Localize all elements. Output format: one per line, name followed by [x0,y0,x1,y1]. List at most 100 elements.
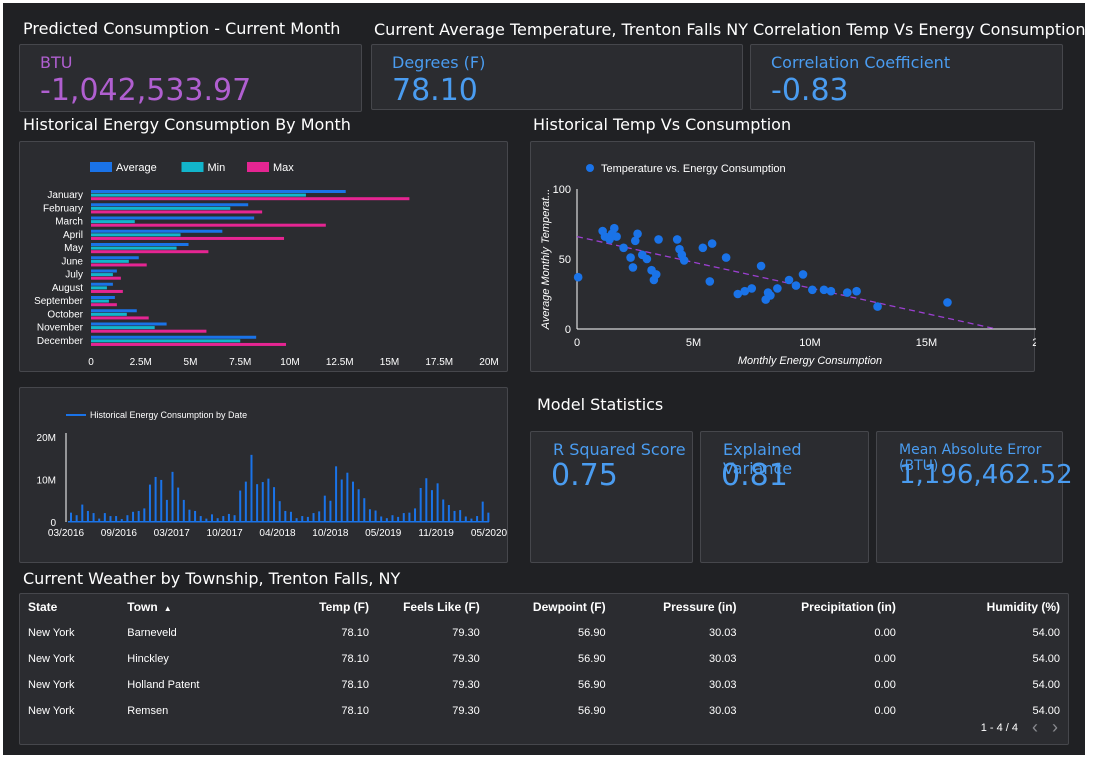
legend-label-average: Average [116,162,157,174]
column-header-label: Feels Like (F) [403,600,480,614]
bar-max [91,250,209,254]
baseline [68,521,489,523]
column-header[interactable]: State [20,594,119,620]
table-cell: New York [28,627,75,639]
category-label: January [47,190,83,201]
x-tick-label: 17.5M [425,357,453,368]
date-bar [211,514,213,522]
scatter-point [619,243,628,253]
table-cell: 56.90 [578,705,606,717]
table-cell: New York [28,653,75,665]
x-tick-label: 12.5M [326,357,354,368]
x-tick-label: 2.5M [130,357,152,368]
y-tick-label: 100 [553,184,571,196]
date-bar [227,513,230,522]
date-bar [318,511,321,522]
date-bar [363,498,366,522]
table-header-row: State Town ▲ Temp (F) Feels Like (F) Dewpoint… [20,594,1068,620]
x-tick-label: 11/2019 [418,528,454,539]
current-temperature-card[interactable]: Degrees (F) 78.10 [371,44,743,110]
table-cell: New York [28,705,75,717]
bar-max [91,342,287,346]
column-header[interactable]: Town ▲ [119,594,258,620]
date-bar [132,511,135,522]
stat-label: R Squared Score [553,440,686,459]
column-header-label: Humidity (%) [986,600,1060,614]
table-row[interactable]: New York Hinckley 78.10 79.30 56.90 30.03 0.00… [20,646,1068,672]
table-cell: Barneveld [127,627,177,639]
kpi-label: Correlation Coefficient [771,53,951,72]
date-bar [148,484,151,522]
date-bar [414,508,417,522]
x-tick-label: 0 [574,337,580,349]
column-header[interactable]: Feels Like (F) [377,594,488,620]
scatter-point [707,239,717,248]
bar-min [91,193,306,197]
bar-min [91,246,177,250]
scatter-point [808,285,817,295]
kpi-label: BTU [40,53,73,72]
date-bar [92,513,95,522]
bar-max [91,197,410,201]
column-header[interactable]: Humidity (%) [904,594,1068,620]
table-row[interactable]: New York Holland Patent 78.10 79.30 56.90 30.… [20,672,1068,698]
bar-min [91,326,155,330]
category-label: March [55,217,83,228]
correlation-card[interactable]: Correlation Coefficient -0.83 [750,44,1063,110]
table-row[interactable]: New York Barneveld 78.10 79.30 56.90 30.03 0.0… [20,620,1068,646]
bar-min [91,220,135,224]
explained-variance-card[interactable]: Explained Variance 0.81 [700,431,869,563]
bar-max [91,210,263,214]
bar-average [91,322,167,326]
scatter-point [773,284,782,293]
scatter-point [651,270,661,279]
r-squared-card[interactable]: R Squared Score 0.75 [530,431,693,563]
predicted-consumption-card[interactable]: BTU -1,042,533.97 [19,44,362,112]
kpi-value: -0.83 [771,73,849,108]
scatter-point [791,281,801,290]
chevron-left-icon[interactable]: ‹ [1032,717,1038,738]
date-bar [256,484,259,522]
date-bar [289,511,292,522]
date-bar [323,495,326,522]
table-row[interactable]: New York Remsen 78.10 79.30 56.90 30.03 0.00 54… [20,698,1068,724]
date-bar [352,481,354,522]
y-tick-label: 50 [559,254,571,266]
category-label: February [43,203,83,214]
scatter-point [826,286,836,296]
chevron-right-icon[interactable]: › [1052,717,1058,738]
temp-vs-consumption-chart[interactable]: Temperature vs. Energy Consumption 0 50 100… [530,141,1054,372]
weather-table-card: State Town ▲ Temp (F) Feels Like (F) Dewpoint… [19,593,1069,745]
date-bar [194,510,197,522]
table-cell: 54.00 [1032,679,1060,691]
column-header[interactable]: Precipitation (in) [745,594,904,620]
x-tick-label: 20M [1032,337,1036,349]
bar-max [91,223,326,227]
table-cell: 56.90 [578,679,606,691]
date-bar [453,510,456,522]
bar-average [91,282,113,286]
y-tick-label: 0 [565,324,571,336]
table-cell: 30.03 [709,679,737,691]
column-header[interactable]: Pressure (in) [614,594,745,620]
date-bar [244,481,247,522]
date-bar [267,478,270,522]
table-cell: Remsen [127,705,169,717]
date-bar [165,499,168,522]
legend-swatch-max [247,162,269,172]
kpi-value: -1,042,533.97 [40,73,252,108]
mean-absolute-error-card[interactable]: Mean Absolute Error (BTU) 1,196,462.52 [876,431,1073,563]
column-header[interactable]: Dewpoint (F) [488,594,614,620]
date-bar [340,479,343,522]
x-tick-label: 0 [88,357,94,368]
legend-swatch-average [90,162,112,172]
consumption-by-date-chart[interactable]: Historical Energy Consumption by Date 0 10… [19,387,508,563]
table-cell: 0.00 [874,653,896,665]
date-bar [278,501,281,522]
monthly-consumption-chart[interactable]: Average Min Max January February March April Ma… [19,141,508,372]
bar-min [91,206,231,210]
scatter-point [628,263,638,272]
column-header[interactable]: Temp (F) [258,594,377,620]
date-bar [154,476,157,522]
table-cell: New York [28,679,75,691]
